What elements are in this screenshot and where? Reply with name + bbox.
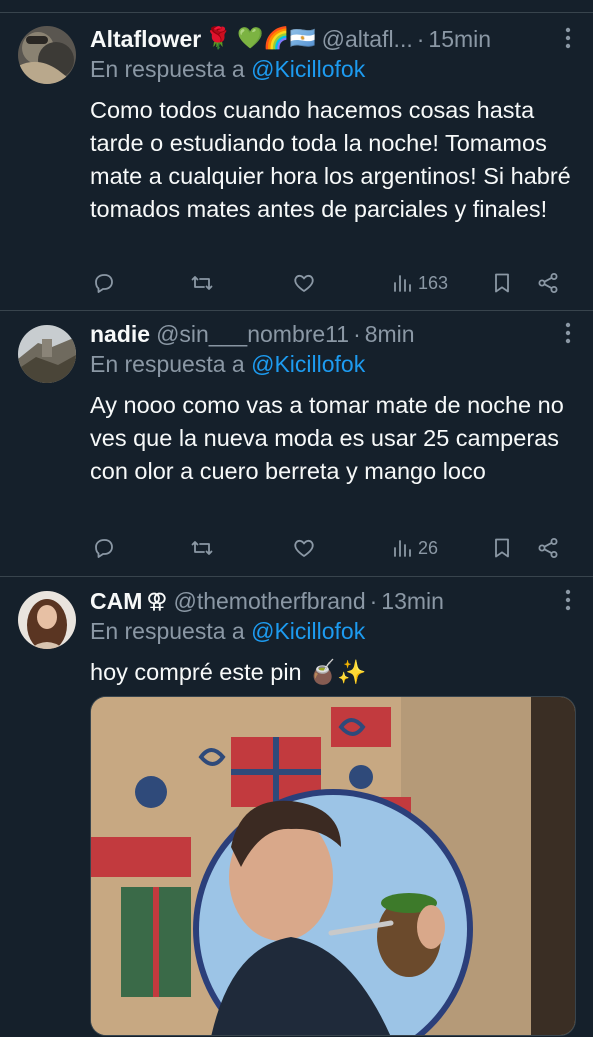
tweet-2[interactable]: nadie @sin___nombre11 · 8min En respuest… bbox=[0, 311, 593, 577]
top-divider bbox=[0, 0, 593, 13]
share-icon bbox=[538, 538, 558, 558]
views-button[interactable]: 163 bbox=[390, 268, 448, 298]
share-icon bbox=[538, 273, 558, 293]
share-button[interactable] bbox=[536, 268, 560, 298]
reply-prefix: En respuesta a bbox=[90, 56, 245, 82]
handle[interactable]: @themotherfbrand bbox=[173, 588, 365, 615]
handle[interactable]: @sin___nombre11 bbox=[156, 321, 349, 348]
reply-prefix: En respuesta a bbox=[90, 351, 245, 377]
retweet-button[interactable] bbox=[190, 533, 214, 563]
retweet-icon bbox=[191, 541, 213, 555]
tweet-1[interactable]: Altaflower 🌹 💚🌈🇦🇷 @altafl... · 15min En … bbox=[0, 13, 593, 311]
retweet-button[interactable] bbox=[190, 268, 214, 298]
handle[interactable]: @altafl... bbox=[322, 26, 413, 53]
bookmark-icon bbox=[495, 273, 509, 293]
tweet-header: Altaflower 🌹 💚🌈🇦🇷 @altafl... · 15min bbox=[90, 23, 575, 55]
more-icon[interactable] bbox=[555, 25, 581, 51]
tweet-text: hoy compré este pin 🧉✨ bbox=[90, 659, 367, 685]
more-icon[interactable] bbox=[555, 320, 581, 346]
reply-context: En respuesta a @Kicillofok bbox=[90, 56, 575, 88]
bookmark-button[interactable] bbox=[490, 533, 514, 563]
views-icon bbox=[394, 275, 411, 292]
reply-mention-link[interactable]: @Kicillofok bbox=[251, 618, 365, 644]
separator: · bbox=[353, 320, 361, 347]
views-count: 163 bbox=[418, 272, 449, 293]
reply-button[interactable] bbox=[92, 533, 116, 563]
separator: · bbox=[369, 587, 378, 614]
views-icon bbox=[394, 540, 411, 557]
tweet-header: nadie @sin___nombre11 · 8min bbox=[90, 318, 575, 350]
timestamp[interactable]: 15min bbox=[428, 26, 491, 53]
reply-context: En respuesta a @Kicillofok bbox=[90, 618, 575, 650]
reply-icon bbox=[95, 274, 113, 293]
name-emojis: ⚢ bbox=[146, 589, 168, 613]
retweet-icon bbox=[191, 276, 213, 290]
reply-prefix: En respuesta a bbox=[90, 618, 245, 644]
tweet-actions: 163 bbox=[90, 268, 575, 298]
display-name[interactable]: nadie bbox=[90, 321, 150, 348]
bookmark-icon bbox=[495, 538, 509, 558]
tweet-photo[interactable] bbox=[90, 696, 576, 1036]
reply-mention-link[interactable]: @Kicillofok bbox=[251, 351, 365, 377]
more-icon[interactable] bbox=[555, 587, 581, 613]
like-button[interactable] bbox=[292, 533, 316, 563]
reply-button[interactable] bbox=[92, 268, 116, 298]
share-button[interactable] bbox=[536, 533, 560, 563]
display-name[interactable]: CAM bbox=[90, 588, 142, 615]
like-icon bbox=[294, 274, 314, 292]
tweet-header: CAM ⚢ @themotherfbrand · 13min bbox=[90, 585, 575, 617]
reply-context: En respuesta a @Kicillofok bbox=[90, 351, 575, 383]
name-emojis: 🌹 💚🌈🇦🇷 bbox=[205, 27, 316, 50]
views-button[interactable]: 26 bbox=[390, 533, 438, 563]
timestamp[interactable]: 13min bbox=[381, 588, 444, 615]
tweet-text: Ay nooo como vas a tomar mate de noche n… bbox=[90, 392, 564, 484]
avatar[interactable] bbox=[18, 325, 76, 383]
reply-mention-link[interactable]: @Kicillofok bbox=[251, 56, 365, 82]
tweet-text: Como todos cuando hacemos cosas hasta ta… bbox=[90, 97, 571, 222]
like-icon bbox=[294, 539, 314, 557]
reply-icon bbox=[95, 539, 113, 558]
display-name[interactable]: Altaflower bbox=[90, 26, 201, 53]
avatar[interactable] bbox=[18, 26, 76, 84]
bookmark-button[interactable] bbox=[490, 268, 514, 298]
avatar[interactable] bbox=[18, 591, 76, 649]
separator: · bbox=[416, 25, 425, 52]
tweet-actions: 26 bbox=[90, 533, 575, 563]
timestamp[interactable]: 8min bbox=[365, 321, 415, 348]
views-count: 26 bbox=[418, 537, 439, 558]
like-button[interactable] bbox=[292, 268, 316, 298]
pin-photo bbox=[91, 697, 575, 1035]
